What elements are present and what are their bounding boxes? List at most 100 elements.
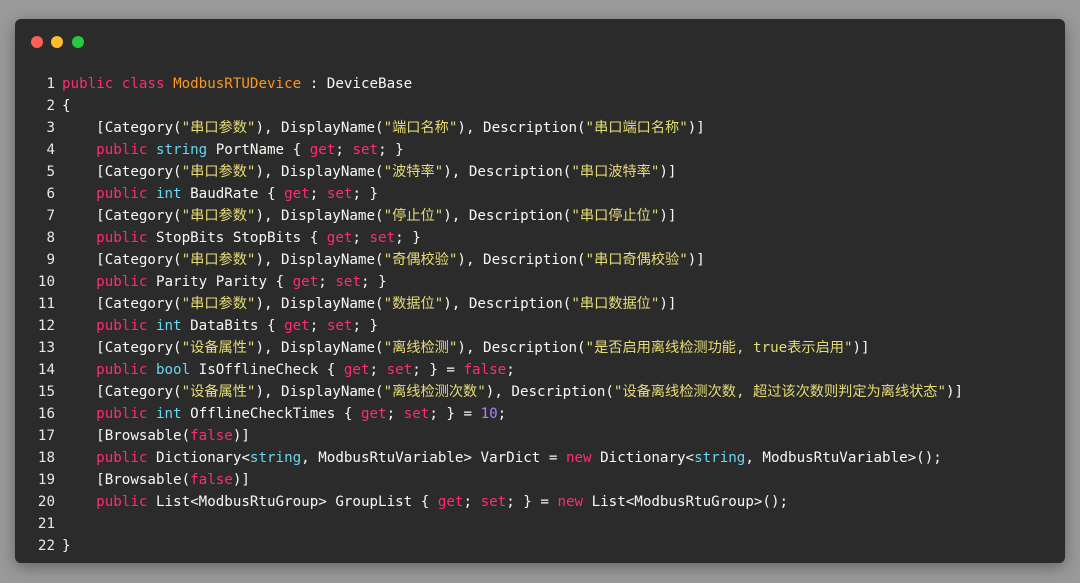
code-token: ), Description( <box>485 384 614 400</box>
minimize-window-control[interactable] <box>51 36 63 48</box>
line-number: 8 <box>46 230 55 246</box>
code-token: public <box>96 142 148 158</box>
code-token: )] <box>232 472 250 488</box>
code-token: ), DisplayName( <box>255 164 384 180</box>
code-token: ; } <box>352 186 379 202</box>
code-token: "波特率" <box>383 164 444 180</box>
line-number: 15 <box>37 384 55 400</box>
code-token: string <box>249 450 302 466</box>
code-token: ), Description( <box>457 252 586 268</box>
code-line: 9 [Category("串口参数"), DisplayName("奇偶校验")… <box>15 249 1065 271</box>
code-line: 12 public int DataBits { get; set; } <box>15 315 1065 337</box>
code-token: Dictionary< <box>147 450 250 466</box>
code-token: public <box>96 186 148 202</box>
code-token: "端口名称" <box>383 120 458 136</box>
code-token: public <box>96 494 148 510</box>
code-token: "串口参数" <box>181 120 256 136</box>
code-token: StopBits StopBits { <box>147 230 327 246</box>
code-token: )] <box>687 120 705 136</box>
code-token: Parity Parity { <box>147 274 293 290</box>
line-number: 11 <box>37 296 55 312</box>
code-token: ; <box>352 230 370 246</box>
code-token: false <box>190 472 233 488</box>
code-token: set <box>326 186 353 202</box>
code-token: [Category( <box>62 120 182 136</box>
code-token: public <box>62 76 114 92</box>
code-token: 10 <box>480 406 498 422</box>
code-token: get <box>292 274 319 290</box>
code-line: 5 [Category("串口参数"), DisplayName("波特率"),… <box>15 161 1065 183</box>
code-token: )] <box>687 252 705 268</box>
code-token: ; <box>463 494 481 510</box>
code-token: "设备离线检测次数, 超过该次数则判定为离线状态" <box>613 384 947 400</box>
code-text: [Category("串口参数"), DisplayName("奇偶校验"), … <box>62 249 705 271</box>
code-token: public <box>96 450 148 466</box>
code-token: ; <box>386 406 404 422</box>
code-line: 10 public Parity Parity { get; set; } <box>15 271 1065 293</box>
code-token: ; <box>318 274 336 290</box>
code-token: set <box>369 230 396 246</box>
code-token: "奇偶校验" <box>383 252 458 268</box>
code-token: [Category( <box>62 296 182 312</box>
code-line: 21 <box>15 513 1065 535</box>
code-text: public Dictionary<string, ModbusRtuVaria… <box>62 447 942 469</box>
code-token: ), Description( <box>457 120 586 136</box>
code-token: )] <box>852 340 870 356</box>
code-token: List<ModbusRtuGroup>(); <box>583 494 789 510</box>
code-token: [Category( <box>62 340 182 356</box>
code-token: get <box>284 318 310 334</box>
code-token: new <box>557 494 584 510</box>
code-token: "串口参数" <box>181 164 256 180</box>
line-number: 17 <box>37 428 55 444</box>
line-number: 14 <box>37 362 55 378</box>
code-token: )] <box>946 384 964 400</box>
code-token: set <box>386 362 413 378</box>
line-number: 3 <box>46 120 55 136</box>
code-block: 1 public class ModbusRTUDevice : DeviceBa… <box>15 73 1065 557</box>
code-token: set <box>480 494 507 510</box>
code-token: "串口停止位" <box>571 208 660 224</box>
code-text: [Category("串口参数"), DisplayName("波特率"), D… <box>62 161 676 183</box>
code-text: public bool IsOfflineCheck { get; set; }… <box>62 359 515 381</box>
code-token: Dictionary< <box>591 450 695 466</box>
code-token: public <box>96 274 148 290</box>
code-token: ; } = <box>429 406 481 422</box>
code-token: ; <box>309 318 327 334</box>
code-token: ; } = <box>412 362 464 378</box>
code-token: [Category( <box>62 164 182 180</box>
code-token: public <box>96 406 148 422</box>
code-token: get <box>343 362 370 378</box>
code-token: ), Description( <box>443 296 572 312</box>
line-number: 4 <box>46 142 55 158</box>
code-token: set <box>335 274 361 290</box>
line-number: 16 <box>37 406 55 422</box>
code-line: 19 [Browsable(false)] <box>15 469 1065 491</box>
code-token: "串口奇偶校验" <box>585 252 688 268</box>
code-line: 14 public bool IsOfflineCheck { get; set… <box>15 359 1065 381</box>
code-text: public class ModbusRTUDevice : DeviceBas… <box>62 73 412 95</box>
code-token: [Category( <box>62 252 182 268</box>
code-line: 8 public StopBits StopBits { get; set; } <box>15 227 1065 249</box>
code-token: )] <box>659 208 677 224</box>
code-token: BaudRate { <box>181 186 285 202</box>
code-token: "串口数据位" <box>571 296 660 312</box>
code-token: )] <box>659 296 677 312</box>
line-number: 2 <box>46 98 55 114</box>
close-window-control[interactable] <box>31 36 43 48</box>
line-number: 7 <box>46 208 55 224</box>
code-token: "离线检测次数" <box>383 384 486 400</box>
code-token: "是否启用离线检测功能, true表示启用" <box>585 340 853 356</box>
code-text: [Category("串口参数"), DisplayName("停止位"), D… <box>62 205 676 227</box>
code-text: public int BaudRate { get; set; } <box>62 183 378 205</box>
code-token: ; } <box>378 142 404 158</box>
code-text: [Category("设备属性"), DisplayName("离线检测次数")… <box>62 381 963 403</box>
code-token: { <box>62 98 71 114</box>
code-token: [Category( <box>62 384 182 400</box>
code-token: DataBits { <box>181 318 285 334</box>
code-token: get <box>437 494 464 510</box>
code-text: [Browsable(false)] <box>62 469 250 491</box>
maximize-window-control[interactable] <box>72 36 84 48</box>
